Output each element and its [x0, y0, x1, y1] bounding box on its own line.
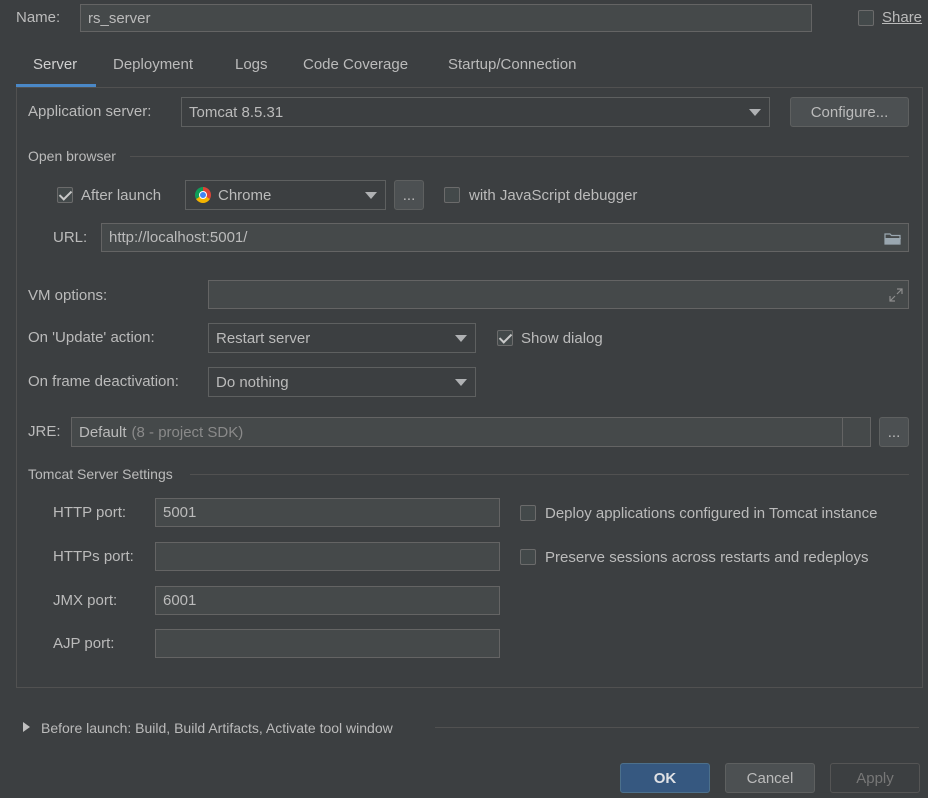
expand-icon[interactable]	[889, 288, 903, 302]
chrome-icon	[195, 187, 211, 203]
tab-startup-connection[interactable]: Startup/Connection	[448, 56, 576, 80]
jre-value: Default	[79, 423, 127, 441]
tab-logs[interactable]: Logs	[235, 56, 268, 80]
https-port-label: HTTPs port:	[53, 548, 134, 565]
url-value: http://localhost:5001/	[109, 229, 248, 246]
before-launch-label[interactable]: Before launch: Build, Build Artifacts, A…	[41, 720, 393, 736]
https-port-input[interactable]	[155, 542, 500, 571]
configure-button-label: Configure...	[810, 103, 889, 121]
jre-hint: (8 - project SDK)	[131, 423, 244, 441]
preserve-sessions-label: Preserve sessions across restarts and re…	[545, 549, 869, 566]
jre-label: JRE:	[28, 423, 61, 440]
ajp-port-label: AJP port:	[53, 635, 115, 652]
tab-deployment[interactable]: Deployment	[113, 56, 193, 80]
show-dialog-label: Show dialog	[521, 330, 603, 347]
http-port-input[interactable]: 5001	[155, 498, 500, 527]
url-input[interactable]: http://localhost:5001/	[101, 223, 909, 252]
jre-divider	[842, 418, 843, 446]
ok-button-label: OK	[653, 769, 677, 787]
name-input[interactable]: rs_server	[80, 4, 812, 32]
apply-button[interactable]: Apply	[830, 763, 920, 793]
tab-server-label: Server	[33, 56, 78, 73]
js-debugger-label: with JavaScript debugger	[469, 187, 638, 204]
cancel-button-label: Cancel	[746, 769, 794, 787]
jre-select[interactable]: Default (8 - project SDK)	[71, 417, 871, 447]
tab-logs-label: Logs	[235, 56, 268, 73]
chevron-down-icon	[455, 335, 467, 342]
open-browser-title: Open browser	[28, 148, 116, 164]
tab-startup-connection-label: Startup/Connection	[448, 56, 577, 73]
browser-more-button[interactable]: ...	[394, 180, 424, 210]
tomcat-settings-title: Tomcat Server Settings	[28, 466, 173, 482]
jmx-port-value: 6001	[163, 592, 197, 609]
name-label: Name:	[16, 9, 61, 26]
after-launch-label: After launch	[81, 187, 162, 204]
app-server-select[interactable]: Tomcat 8.5.31	[181, 97, 770, 127]
vm-options-label: VM options:	[28, 287, 108, 304]
deploy-apps-checkbox[interactable]	[520, 505, 536, 521]
browser-more-label: ...	[402, 186, 416, 204]
tab-code-coverage[interactable]: Code Coverage	[303, 56, 408, 80]
chevron-down-icon	[365, 192, 377, 199]
on-update-value: Restart server	[216, 329, 311, 347]
share-checkbox[interactable]	[858, 10, 874, 26]
on-frame-label: On frame deactivation:	[28, 373, 179, 390]
chevron-down-icon	[749, 109, 761, 116]
on-frame-select[interactable]: Do nothing	[208, 367, 476, 397]
http-port-label: HTTP port:	[53, 504, 127, 521]
jre-more-label: ...	[887, 423, 901, 441]
configure-button[interactable]: Configure...	[790, 97, 909, 127]
share-label: Share	[882, 9, 923, 26]
after-launch-checkbox[interactable]	[57, 187, 73, 203]
on-update-label: On 'Update' action:	[28, 329, 155, 346]
browser-select[interactable]: Chrome	[185, 180, 386, 210]
deploy-apps-label: Deploy applications configured in Tomcat…	[545, 505, 878, 522]
jre-more-button[interactable]: ...	[879, 417, 909, 447]
ajp-port-input[interactable]	[155, 629, 500, 658]
on-update-select[interactable]: Restart server	[208, 323, 476, 353]
tomcat-settings-separator	[190, 474, 909, 475]
preserve-sessions-checkbox[interactable]	[520, 549, 536, 565]
jmx-port-label: JMX port:	[53, 592, 118, 609]
app-server-value: Tomcat 8.5.31	[189, 103, 284, 121]
js-debugger-checkbox[interactable]	[444, 187, 460, 203]
tab-code-coverage-label: Code Coverage	[303, 56, 409, 73]
name-input-value: rs_server	[88, 9, 151, 27]
show-dialog-checkbox[interactable]	[497, 330, 513, 346]
ok-button[interactable]: OK	[620, 763, 710, 793]
vm-options-input[interactable]	[208, 280, 909, 309]
app-server-label: Application server:	[28, 103, 152, 120]
jmx-port-input[interactable]: 6001	[155, 586, 500, 615]
http-port-value: 5001	[163, 504, 197, 521]
folder-icon[interactable]	[884, 232, 902, 245]
open-browser-separator	[130, 156, 909, 157]
expand-arrow-icon[interactable]	[23, 722, 30, 732]
url-label: URL:	[53, 229, 88, 246]
tab-deployment-label: Deployment	[113, 56, 194, 73]
tab-server[interactable]: Server	[33, 56, 77, 80]
cancel-button[interactable]: Cancel	[725, 763, 815, 793]
apply-button-label: Apply	[856, 769, 894, 787]
on-frame-value: Do nothing	[216, 373, 289, 391]
browser-value: Chrome	[218, 186, 272, 204]
before-launch-separator	[435, 727, 919, 728]
chevron-down-icon	[455, 379, 467, 386]
